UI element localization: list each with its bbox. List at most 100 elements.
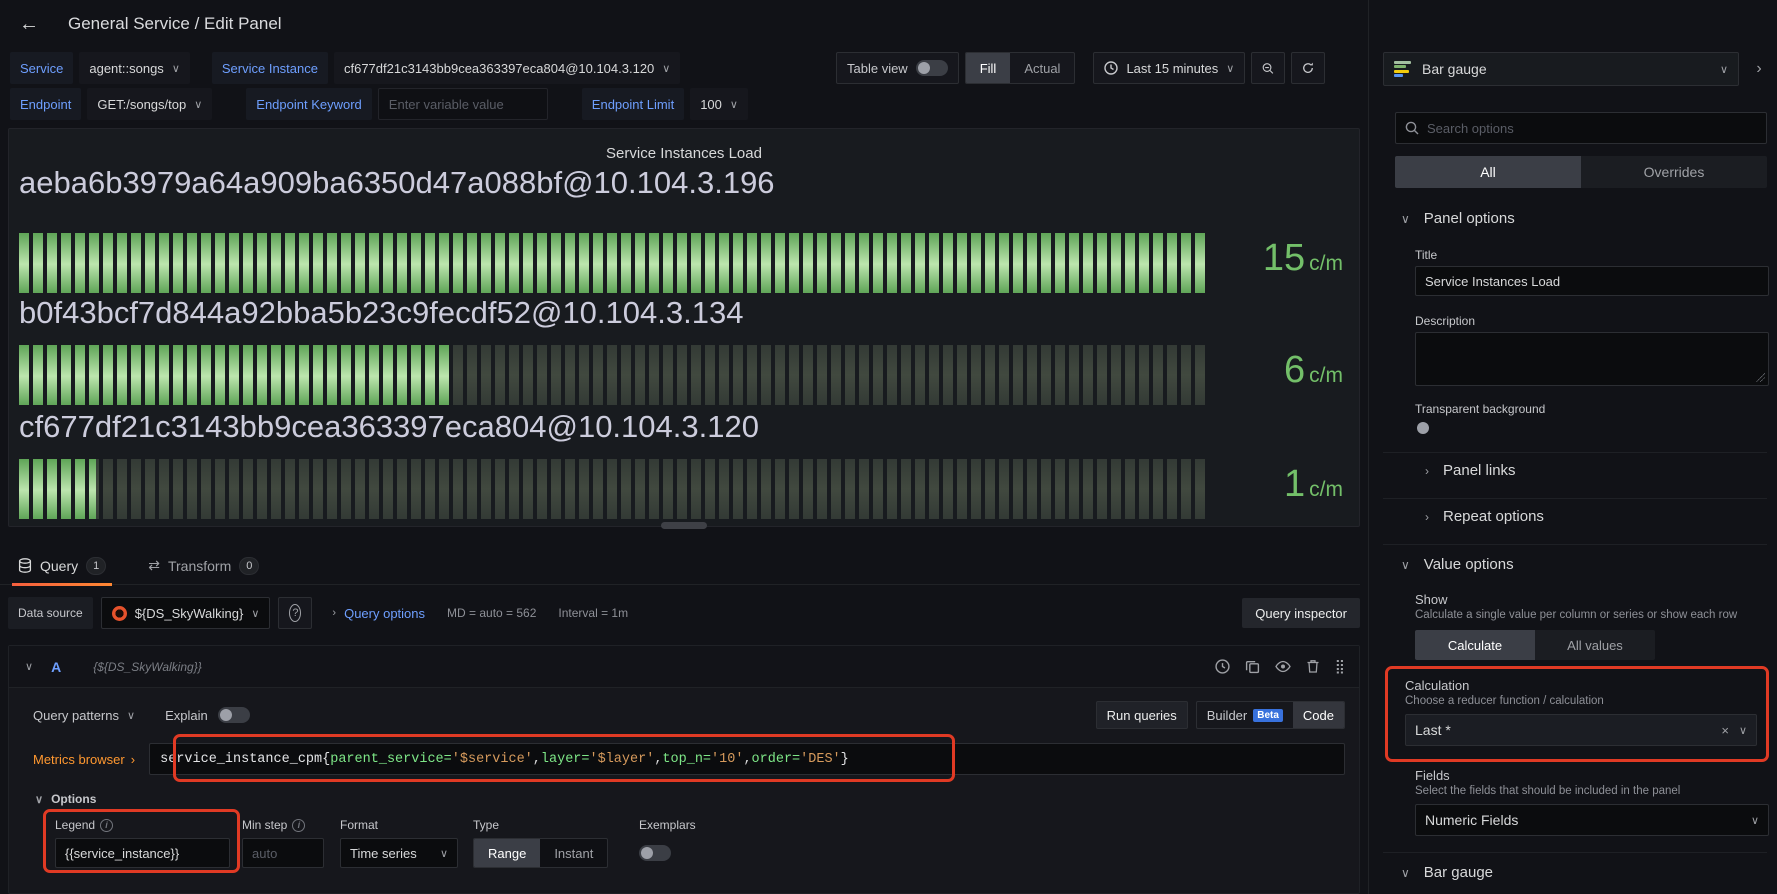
divider [1383,544,1767,545]
tab-overrides[interactable]: Overrides [1581,156,1767,188]
panel-title-input[interactable]: Service Instances Load [1415,266,1769,296]
bar-gauge-section-header[interactable]: ∨ Bar gauge [1401,864,1493,881]
calculation-select[interactable]: Last * × ∨ [1405,714,1757,746]
max-datapoints-stat: MD = auto = 562 [447,606,536,620]
options-sidebar: Bar gauge ∨ › Search options All Overrid… [1368,0,1777,894]
type-segment: Range Instant [473,838,608,868]
format-select[interactable]: Time series∨ [340,838,458,868]
chevron-down-icon: ∨ [440,847,448,860]
panel-resize-handle[interactable] [661,522,707,529]
format-field: Format Time series∨ [340,818,458,868]
tab-all[interactable]: All [1395,156,1581,188]
query-patterns-button[interactable]: Query patterns [33,708,119,723]
page-title: General Service / Edit Panel [68,14,282,34]
code-segment[interactable]: Code [1293,702,1344,728]
visualization-picker[interactable]: Bar gauge ∨ [1383,52,1739,86]
chevron-right-icon: › [131,752,135,767]
endpoint-keyword-input[interactable]: Enter variable value [378,88,548,120]
endpoint-keyword-label: Endpoint Keyword [246,88,372,120]
type-instant-segment[interactable]: Instant [540,839,607,867]
bar-value: 6c/m [1173,349,1343,392]
promql-query-input[interactable]: service_instance_cpm{parent_service='$se… [149,743,1345,775]
collapse-pane-button[interactable]: › [1745,52,1773,86]
history-icon[interactable] [1215,659,1230,674]
resize-handle-icon[interactable] [1756,373,1765,382]
search-placeholder: Search options [1427,121,1514,136]
endpoint-limit-label: Endpoint Limit [582,88,684,120]
bar-unlit-track [19,459,1206,519]
value-options-header[interactable]: ∨ Value options [1401,556,1514,573]
panel-links-header[interactable]: › Panel links [1425,462,1516,479]
tab-query[interactable]: Query 1 [8,547,116,585]
search-icon [1405,121,1419,135]
exemplars-toggle[interactable] [639,845,671,861]
tab-transform[interactable]: ⇄ Transform 0 [138,547,269,585]
clear-icon[interactable]: × [1721,723,1729,738]
tab-query-label: Query [40,558,78,574]
panel-description-textarea[interactable] [1415,332,1769,386]
fields-label: Fields [1415,768,1450,783]
visualization-name: Bar gauge [1422,61,1487,77]
table-view-toggle[interactable] [916,60,948,76]
chevron-right-icon: › [332,607,336,619]
instance-variable-picker[interactable]: cf677df21c3143bb9cea363397eca804@10.104.… [334,52,680,84]
legend-field: Legendi {{service_instance}} [55,818,230,868]
query-options-link[interactable]: Query options [344,606,425,621]
datasource-help-button[interactable]: ? [278,597,312,629]
min-step-input[interactable]: auto [242,838,324,868]
repeat-options-header[interactable]: › Repeat options [1425,508,1544,525]
refresh-button[interactable] [1291,52,1325,84]
explain-label: Explain [165,708,208,723]
drag-grip-icon[interactable]: ⣿ [1335,658,1345,675]
panel-title: Service Instances Load [9,145,1359,162]
run-queries-button[interactable]: Run queries [1096,701,1188,729]
editor-tabs: Query 1 ⇄ Transform 0 [0,547,1360,585]
beta-badge: Beta [1253,709,1283,722]
instance-label: cf677df21c3143bb9cea363397eca804@10.104.… [19,409,759,445]
chevron-down-icon: ∨ [251,607,259,620]
legend-input[interactable]: {{service_instance}} [55,838,230,868]
type-range-segment[interactable]: Range [474,839,540,867]
endpoint-limit-picker[interactable]: 100∨ [690,88,748,120]
fields-description: Select the fields that should be include… [1415,785,1680,797]
eye-icon[interactable] [1275,659,1291,674]
bar-gauge-panel: Service Instances Load aeba6b3979a64a909… [8,128,1360,527]
options-search-box[interactable]: Search options [1395,112,1767,144]
bar-value: 15c/m [1173,237,1343,280]
instance-variable-label: Service Instance [212,52,328,84]
fill-segment[interactable]: Fill [966,53,1011,83]
trash-icon[interactable] [1306,659,1320,674]
query-count-badge: 1 [86,557,106,575]
zoom-out-button[interactable] [1251,52,1285,84]
panel-options-header[interactable]: ∨ Panel options [1401,210,1515,227]
datasource-picker[interactable]: ${DS_SkyWalking} ∨ [101,597,271,629]
variable-row-2: Endpoint GET:/songs/top∨ Endpoint Keywor… [10,88,748,120]
endpoint-variable-label: Endpoint [10,88,81,120]
active-tab-underline [12,583,112,586]
chevron-right-icon: › [1425,464,1429,478]
chevron-right-icon: › [1425,510,1429,524]
back-arrow-icon[interactable]: ← [12,7,46,41]
explain-toggle[interactable] [218,707,250,723]
metrics-browser-button[interactable]: Metrics browser [33,752,125,767]
datasource-label: Data source [8,597,93,629]
query-inspector-button[interactable]: Query inspector [1242,598,1360,628]
chevron-down-icon: ∨ [1739,724,1747,737]
fields-select[interactable]: Numeric Fields ∨ [1415,804,1769,836]
actual-segment[interactable]: Actual [1010,53,1074,83]
copy-icon[interactable] [1245,659,1260,674]
endpoint-variable-picker[interactable]: GET:/songs/top∨ [87,88,212,120]
chevron-down-icon: ∨ [662,62,670,75]
transparent-bg-label: Transparent background [1415,402,1545,416]
options-section-header[interactable]: ∨ Options [35,792,96,806]
collapse-chevron-icon[interactable]: ∨ [25,660,33,673]
all-values-segment[interactable]: All values [1535,630,1655,660]
clock-icon [1104,61,1118,75]
calculate-segment[interactable]: Calculate [1415,630,1535,660]
time-range-picker[interactable]: Last 15 minutes ∨ [1093,52,1245,84]
chevron-down-icon: ∨ [1720,63,1728,76]
builder-segment[interactable]: Builder Beta [1197,702,1293,728]
service-variable-picker[interactable]: agent::songs∨ [79,52,190,84]
interval-stat: Interval = 1m [558,606,628,620]
chevron-down-icon: ∨ [194,98,202,111]
